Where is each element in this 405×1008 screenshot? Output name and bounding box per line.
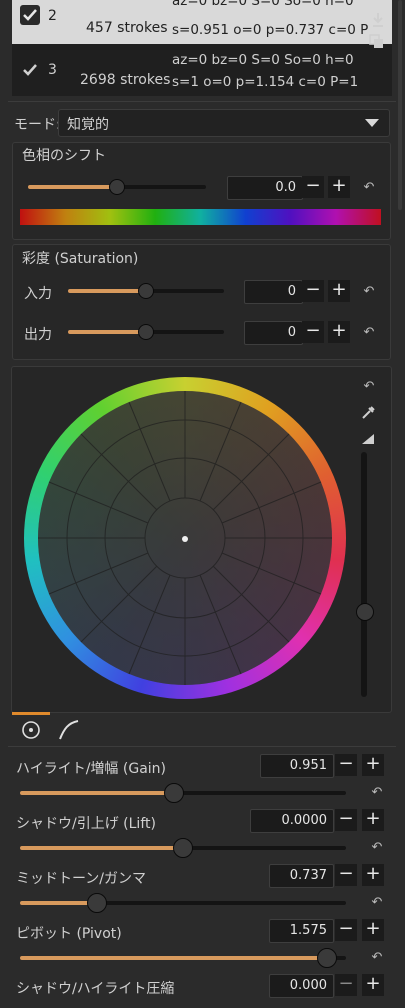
gain-slider-knob[interactable]: [164, 783, 184, 803]
hue-shift-increment-button[interactable]: +: [328, 176, 350, 198]
history-item-number: 2: [48, 8, 57, 24]
lift-input[interactable]: 0.0000: [250, 809, 334, 833]
pivot-input[interactable]: 1.575: [269, 919, 334, 943]
gamma-decrement-button[interactable]: −: [335, 864, 357, 886]
scrollbar[interactable]: [398, 0, 402, 210]
download-icon[interactable]: [371, 12, 385, 28]
saturation-input-decrement-button[interactable]: −: [302, 280, 324, 302]
gamma-label: ミッドトーン/ガンマ: [16, 871, 147, 887]
gain-reset-icon[interactable]: ↶: [370, 786, 384, 800]
hue-shift-slider-fill: [28, 185, 117, 189]
wheel-vertical-slider-track[interactable]: [361, 452, 367, 697]
gain-value: 0.951: [289, 758, 327, 773]
lift-label: シャドウ/引上げ (Lift): [16, 816, 156, 832]
mode-dropdown[interactable]: 知覚的: [58, 109, 390, 137]
gain-input[interactable]: 0.951: [260, 754, 334, 778]
curve-icon: [59, 720, 79, 740]
triangle-icon[interactable]: [361, 430, 375, 444]
gamma-slider-knob[interactable]: [87, 893, 107, 913]
saturation-input-slider-fill: [68, 289, 146, 293]
hue-shift-title: 色相のシフト: [22, 148, 106, 164]
pivot-slider-knob[interactable]: [317, 948, 337, 968]
pivot-reset-icon[interactable]: ↶: [370, 951, 384, 965]
history-item-number: 3: [48, 62, 57, 78]
wheel-grid: [38, 391, 332, 685]
saturation-input-label: 入力: [24, 286, 52, 302]
compression-label: シャドウ/ハイライト圧縮: [16, 981, 175, 997]
history-item-params-top: az=0 bz=0 S=0 So=0 h=0: [172, 52, 354, 68]
hue-shift-slider-knob[interactable]: [109, 179, 125, 195]
saturation-output-reset-icon[interactable]: ↶: [362, 326, 376, 340]
pivot-slider-fill: [20, 956, 327, 960]
saturation-output-decrement-button[interactable]: −: [302, 321, 324, 343]
tab-wheel[interactable]: [20, 719, 42, 741]
saturation-input-increment-button[interactable]: +: [328, 280, 350, 302]
saturation-title: 彩度 (Saturation): [22, 251, 139, 267]
compression-increment-button[interactable]: +: [362, 974, 384, 996]
compression-decrement-button[interactable]: −: [335, 974, 357, 996]
history-item-params-bottom: s=1 o=0 p=1.154 c=0 P=1: [172, 74, 359, 90]
mode-dropdown-value: 知覚的: [67, 117, 109, 133]
mode-label: モード:: [14, 117, 61, 133]
gamma-increment-button[interactable]: +: [362, 864, 384, 886]
history-item-strokes: 457 strokes: [86, 20, 168, 36]
lift-reset-icon[interactable]: ↶: [370, 841, 384, 855]
hue-shift-input[interactable]: 0.0: [227, 176, 303, 200]
wheel-reset-icon[interactable]: ↶: [362, 380, 376, 394]
pivot-decrement-button[interactable]: −: [335, 919, 357, 941]
eyedropper-icon[interactable]: [361, 405, 375, 419]
divider: [8, 746, 396, 747]
saturation-input-slider-knob[interactable]: [138, 283, 154, 299]
pivot-increment-button[interactable]: +: [362, 919, 384, 941]
target-icon: [22, 721, 40, 739]
wheel-vertical-slider-knob[interactable]: [356, 603, 374, 621]
hue-shift-decrement-button[interactable]: −: [302, 176, 324, 198]
saturation-output-value: 0: [287, 325, 296, 340]
gain-label: ハイライト/増幅 (Gain): [16, 761, 167, 777]
pivot-value: 1.575: [289, 923, 327, 938]
gamma-reset-icon[interactable]: ↶: [370, 896, 384, 910]
gain-slider-fill: [20, 791, 175, 795]
compression-value: 0.000: [289, 978, 327, 993]
chevron-down-icon: [365, 119, 379, 127]
saturation-input-reset-icon[interactable]: ↶: [362, 285, 376, 299]
tab-curve[interactable]: [58, 719, 80, 741]
lift-increment-button[interactable]: +: [362, 809, 384, 831]
checkbox-checked-icon[interactable]: [20, 5, 40, 25]
compression-input[interactable]: 0.000: [269, 974, 334, 998]
saturation-input-value: 0: [287, 284, 296, 299]
history-list[interactable]: 2 457 strokes az=0 bz=0 S=0 So=0 h=0 s=0…: [12, 0, 392, 96]
gain-decrement-button[interactable]: −: [335, 754, 357, 776]
lift-value: 0.0000: [281, 813, 328, 828]
history-item-strokes: 2698 strokes: [80, 72, 171, 88]
hue-spectrum-bar: [20, 209, 381, 225]
saturation-output-increment-button[interactable]: +: [328, 321, 350, 343]
gain-increment-button[interactable]: +: [362, 754, 384, 776]
pivot-label: ピボット (Pivot): [16, 926, 122, 942]
history-item-params-bottom: s=0.951 o=0 p=0.737 c=0 P: [172, 22, 369, 38]
wheel-tab-indicator: [12, 712, 50, 715]
gamma-value: 0.737: [289, 868, 327, 883]
hue-shift-reset-icon[interactable]: ↶: [362, 181, 376, 195]
divider: [8, 101, 396, 102]
wheel-center-point: [182, 536, 188, 542]
saturation-output-slider-fill: [68, 330, 146, 334]
pivot-slider-track[interactable]: [20, 956, 346, 960]
gamma-input[interactable]: 0.737: [269, 864, 334, 888]
color-wheel[interactable]: [24, 377, 346, 699]
lift-slider-knob[interactable]: [173, 838, 193, 858]
check-icon: [20, 60, 40, 80]
saturation-input-field[interactable]: 0: [244, 280, 303, 304]
saturation-output-label: 出力: [24, 327, 52, 343]
lift-decrement-button[interactable]: −: [335, 809, 357, 831]
saturation-output-field[interactable]: 0: [244, 321, 303, 345]
gamma-slider-track[interactable]: [20, 901, 346, 905]
lift-slider-fill: [20, 846, 183, 850]
history-item-3[interactable]: 3 2698 strokes az=0 bz=0 S=0 So=0 h=0 s=…: [12, 48, 392, 96]
hue-shift-value: 0.0: [275, 180, 296, 195]
saturation-output-slider-knob[interactable]: [138, 324, 154, 340]
history-item-2[interactable]: 2 457 strokes az=0 bz=0 S=0 So=0 h=0 s=0…: [12, 0, 392, 44]
copy-icon[interactable]: [369, 34, 385, 50]
history-item-params-top: az=0 bz=0 S=0 So=0 h=0: [172, 0, 354, 9]
